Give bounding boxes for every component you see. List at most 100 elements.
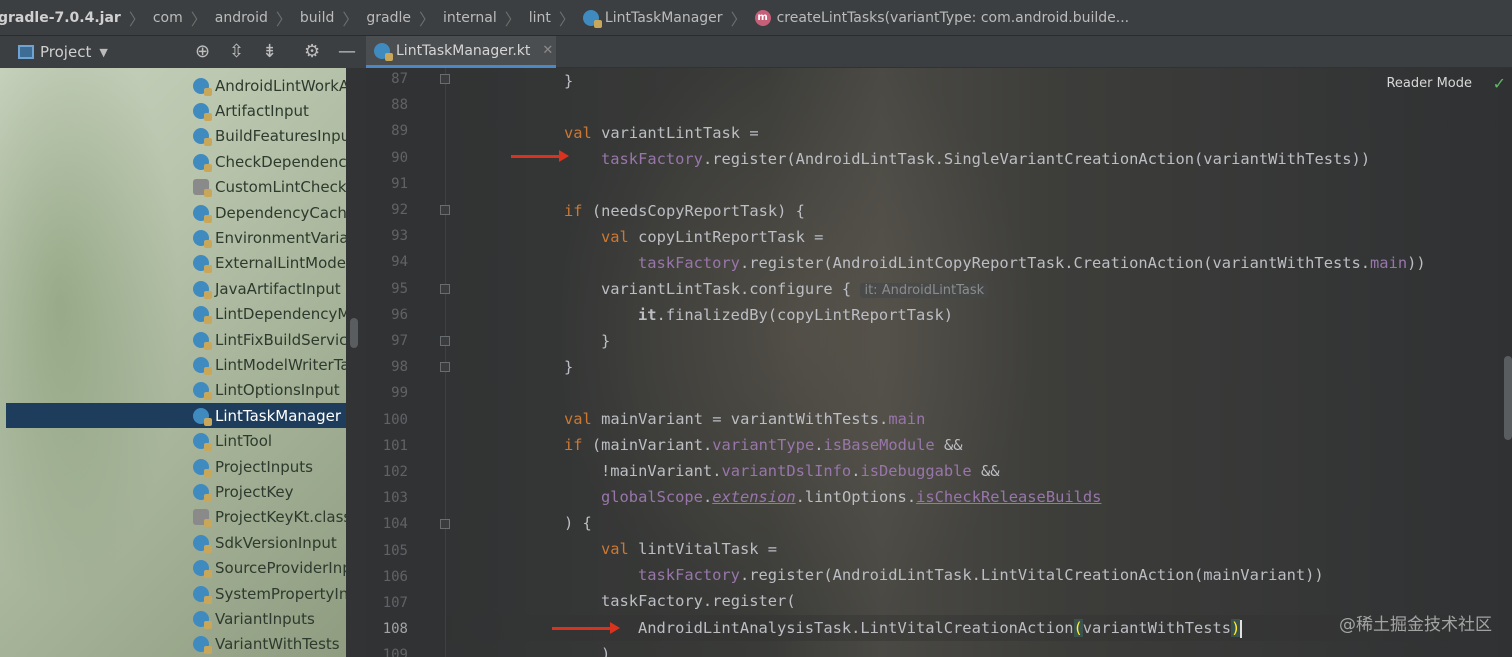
fold-marker-icon[interactable] xyxy=(440,205,450,215)
locate-icon[interactable]: ⊕ xyxy=(195,41,210,62)
breadcrumb-item-build[interactable]: build xyxy=(300,10,334,26)
tree-item[interactable]: ExternalLintMode xyxy=(0,251,346,276)
collapse-all-icon[interactable]: ⇟ xyxy=(262,41,277,62)
code-line-93: val copyLintReportTask = xyxy=(601,228,824,246)
breadcrumb-item-internal[interactable]: internal xyxy=(443,10,497,26)
kotlin-class-icon xyxy=(193,102,212,121)
tree-item-label: ProjectKeyKt.class xyxy=(215,508,346,527)
breadcrumb-item-com[interactable]: com xyxy=(153,10,183,26)
fold-marker-icon[interactable] xyxy=(440,519,450,530)
tree-item[interactable]: AndroidLintWorkA xyxy=(0,73,346,98)
kotlin-class-icon xyxy=(193,636,212,655)
tree-item[interactable]: LintDependencyM xyxy=(0,302,346,327)
line-number: 99 xyxy=(391,385,408,402)
line-number: 106 xyxy=(382,568,408,585)
tree-item[interactable]: LintModelWriterTa xyxy=(0,352,346,377)
tree-item[interactable]: DependencyCache xyxy=(0,200,346,225)
code-line-97: } xyxy=(601,332,611,350)
line-number: 87 xyxy=(391,71,408,87)
breadcrumb-item-method[interactable]: m createLintTasks(variantType: com.andro… xyxy=(754,9,1130,26)
tree-item-label: LintTool xyxy=(215,432,273,451)
kotlin-class-icon xyxy=(193,356,212,375)
code-editor[interactable]: 87 88 89 90 91 92 93 94 95 96 97 98 99 100 101 102 103 10… xyxy=(366,68,1512,657)
fold-marker-icon[interactable] xyxy=(440,362,450,373)
kotlin-class-icon xyxy=(193,610,212,629)
project-view-icon xyxy=(18,45,34,59)
line-number: 109 xyxy=(382,647,408,657)
tree-item-label: LintOptionsInput xyxy=(215,381,340,400)
code-line-106: taskFactory.register(AndroidLintTask.Lin… xyxy=(638,566,1324,584)
project-scrollbar[interactable] xyxy=(350,318,358,348)
editor-scrollbar[interactable] xyxy=(1504,356,1512,440)
tree-item[interactable]: ArtifactInput xyxy=(0,98,346,123)
breadcrumb-item-class[interactable]: LintTaskManager xyxy=(582,9,723,28)
kotlin-class-icon xyxy=(193,204,212,223)
close-icon[interactable]: ✕ xyxy=(542,43,553,58)
tree-item[interactable]: SdkVersionInput xyxy=(0,530,346,555)
line-number: 91 xyxy=(391,175,408,192)
kotlin-class-icon xyxy=(193,128,212,147)
line-number: 108 xyxy=(382,621,408,638)
tree-item-label: AndroidLintWorkA xyxy=(215,76,346,95)
code-line-87: } xyxy=(564,72,574,90)
tree-item-label: LintFixBuildServic xyxy=(215,330,346,349)
tree-item[interactable]: JavaArtifactInput xyxy=(0,276,346,301)
kotlin-class-icon xyxy=(193,255,212,274)
code-line-95: variantLintTask.configure { it: AndroidL… xyxy=(601,276,989,302)
tree-item[interactable]: CustomLintCheck xyxy=(0,175,346,200)
code-line-109: ) xyxy=(601,645,611,657)
code-line-89: val variantLintTask = xyxy=(564,124,759,142)
tree-item[interactable]: ProjectKey xyxy=(0,479,346,504)
tree-item-label: EnvironmentVaria xyxy=(215,228,346,247)
project-view-selector[interactable]: Project xyxy=(40,43,91,61)
tree-item[interactable]: VariantInputs xyxy=(0,606,346,631)
tree-item[interactable]: SourceProviderInp xyxy=(0,556,346,581)
code-line-100: val mainVariant = variantWithTests.main xyxy=(564,410,926,428)
fold-marker-icon[interactable] xyxy=(440,336,450,346)
line-number: 92 xyxy=(391,202,408,218)
breadcrumb-item-android[interactable]: android xyxy=(215,10,268,26)
tree-item[interactable]: LintOptionsInput xyxy=(0,378,346,403)
tree-item-label: SystemPropertyIn xyxy=(215,584,346,603)
red-arrow-annotation xyxy=(552,622,620,634)
inlay-hint: it: AndroidLintTask xyxy=(860,283,989,298)
method-icon: m xyxy=(754,9,771,26)
gear-icon[interactable]: ⚙ xyxy=(304,41,320,62)
tab-linttaskmanager[interactable]: LintTaskManager.kt ✕ xyxy=(366,36,556,68)
kotlin-class-icon xyxy=(193,153,212,172)
line-number: 97 xyxy=(391,333,408,349)
expand-all-icon[interactable]: ⇳ xyxy=(229,41,244,62)
tree-item[interactable]: CheckDependenci xyxy=(0,149,346,174)
tree-item[interactable]: BuildFeaturesInpu xyxy=(0,124,346,149)
chevron-down-icon[interactable]: ▼ xyxy=(99,46,107,59)
fold-marker-icon[interactable] xyxy=(440,283,450,294)
breadcrumb-item-lint[interactable]: lint xyxy=(529,10,551,26)
tree-item[interactable]: LintFixBuildServic xyxy=(0,327,346,352)
code-line-103: globalScope.extension.lintOptions.isChec… xyxy=(601,488,1102,506)
tree-item[interactable]: LintTool xyxy=(0,429,346,454)
tree-item-label: JavaArtifactInput xyxy=(215,279,341,298)
fold-marker-icon[interactable] xyxy=(440,74,450,84)
breadcrumb-method-label: createLintTasks(variantType: com.android… xyxy=(776,9,1130,26)
tree-item[interactable]: EnvironmentVaria xyxy=(0,225,346,250)
tree-item[interactable]: SystemPropertyIn xyxy=(0,581,346,606)
code-line-101: if (mainVariant.variantType.isBaseModule… xyxy=(564,436,963,454)
panel-divider[interactable] xyxy=(346,68,366,657)
tree-item[interactable]: ProjectKeyKt.class xyxy=(0,505,346,530)
breadcrumb-item-jar[interactable]: gradle-7.0.4.jar xyxy=(0,10,121,26)
navigation-breadcrumb: gradle-7.0.4.jar 〉 com 〉 android 〉 build… xyxy=(0,0,1512,36)
tree-item-label: SdkVersionInput xyxy=(215,533,337,552)
tree-item-label: BuildFeaturesInpu xyxy=(215,127,346,146)
tree-item[interactable]: VariantWithTests xyxy=(0,632,346,657)
line-number: 89 xyxy=(391,123,408,140)
reader-mode-button[interactable]: Reader Mode xyxy=(1386,76,1472,91)
minimize-icon[interactable]: — xyxy=(338,41,356,62)
breadcrumb-item-gradle[interactable]: gradle xyxy=(366,10,411,26)
tree-item[interactable]: LintTaskManager xyxy=(6,403,346,429)
kotlin-class-icon xyxy=(193,77,212,96)
red-arrow-annotation xyxy=(511,150,569,162)
line-number-gutter[interactable]: 87 88 89 90 91 92 93 94 95 96 97 98 99 100 101 102 103 10… xyxy=(366,68,450,657)
tree-item[interactable]: ProjectInputs xyxy=(0,454,346,479)
line-number: 88 xyxy=(391,97,408,114)
text-caret xyxy=(1240,619,1243,638)
